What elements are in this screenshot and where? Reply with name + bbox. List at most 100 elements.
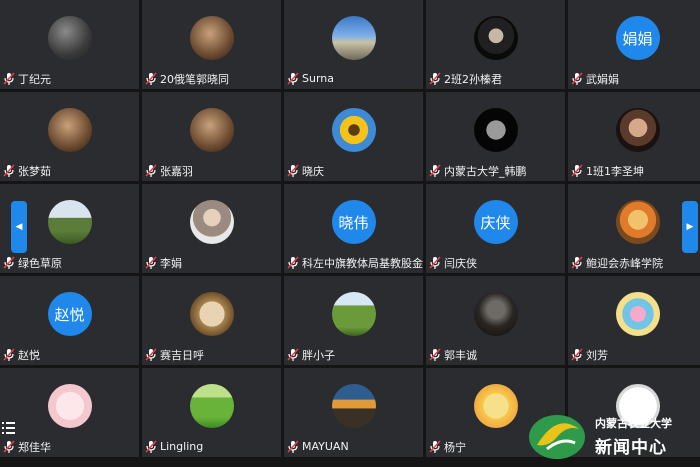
- avatar: [47, 384, 92, 428]
- mic-muted-icon: [286, 255, 300, 270]
- participant-label: Lingling: [144, 438, 203, 455]
- participant-tile[interactable]: 李娟: [142, 184, 281, 273]
- participant-tile[interactable]: 张梦茹: [0, 92, 139, 181]
- next-page-button[interactable]: ▶: [682, 201, 698, 253]
- avatar-initials: 庆侠: [480, 213, 511, 232]
- chevron-right-icon: ▶: [686, 222, 694, 232]
- participant-label: 武娟娟: [570, 70, 619, 87]
- participant-tile[interactable]: 娟娟武娟娟: [568, 0, 700, 89]
- participant-name: 闫庆侠: [444, 256, 477, 270]
- participant-name: 李娟: [160, 256, 182, 270]
- avatar: [615, 200, 660, 244]
- participant-name: 内蒙古大学_韩鹏: [444, 164, 527, 178]
- participant-label: 刘芳: [570, 346, 608, 363]
- mic-muted-icon: [428, 255, 442, 270]
- participant-label: 绿色草原: [2, 254, 62, 271]
- participant-tile[interactable]: 赵悦 赵悦: [0, 276, 139, 365]
- participant-tile[interactable]: MAYUAN: [284, 368, 423, 457]
- university-logo-icon: [529, 415, 585, 459]
- participant-tile[interactable]: 鲍迎会赤峰学院: [568, 184, 700, 273]
- participant-tile[interactable]: 20俄笔郭晓同: [142, 0, 281, 89]
- mic-muted-icon: [428, 439, 442, 454]
- avatar: 娟娟: [615, 16, 660, 60]
- participant-name: 张嘉羽: [160, 164, 193, 178]
- mic-muted-icon: [144, 255, 158, 270]
- participant-label: 2班2孙榛君: [428, 70, 502, 87]
- participant-name: 刘芳: [586, 348, 608, 362]
- avatar: [189, 200, 234, 244]
- participant-label: 张梦茹: [2, 162, 51, 179]
- prev-page-button[interactable]: ◀: [11, 201, 27, 253]
- avatar: [473, 292, 518, 336]
- participant-label: 杨宁: [428, 438, 466, 455]
- participant-tile[interactable]: 1班1李圣坤: [568, 92, 700, 181]
- participant-tile[interactable]: 张嘉羽: [142, 92, 281, 181]
- mic-muted-icon: [286, 163, 300, 178]
- mic-muted-icon: [570, 163, 584, 178]
- participant-tile[interactable]: 胖小子: [284, 276, 423, 365]
- participant-label: 李娟: [144, 254, 182, 271]
- participant-tile[interactable]: 刘芳: [568, 276, 700, 365]
- avatar-initials: 赵悦: [54, 305, 85, 324]
- participant-label: 郭丰诚: [428, 346, 477, 363]
- watermark-line1: 内蒙古农业大学: [595, 417, 672, 430]
- participant-label: 晓庆: [286, 162, 324, 179]
- participant-name: MAYUAN: [302, 440, 349, 453]
- avatar: [473, 384, 518, 428]
- avatar: [331, 16, 376, 60]
- participant-name: 丁纪元: [18, 72, 51, 86]
- participant-tile[interactable]: 郑佳华: [0, 368, 139, 457]
- avatar: 晓伟: [331, 200, 376, 244]
- participant-name: 鲍迎会赤峰学院: [586, 256, 663, 270]
- avatar: [189, 292, 234, 336]
- participant-name: 杨宁: [444, 440, 466, 454]
- mic-muted-icon: [286, 71, 300, 86]
- participant-label: 郑佳华: [2, 438, 51, 455]
- mic-muted-icon: [2, 347, 16, 362]
- participant-label: 胖小子: [286, 346, 335, 363]
- participant-tile[interactable]: 丁纪元: [0, 0, 139, 89]
- participant-tile[interactable]: Surna: [284, 0, 423, 89]
- participant-label: 科左中旗教体局基教股金晓伟: [286, 254, 423, 271]
- participant-tile[interactable]: 赛吉日呼: [142, 276, 281, 365]
- mic-muted-icon: [286, 439, 300, 454]
- participant-tile[interactable]: 2班2孙榛君: [426, 0, 565, 89]
- participant-tile[interactable]: Lingling: [142, 368, 281, 457]
- participant-label: 张嘉羽: [144, 162, 193, 179]
- mic-muted-icon: [570, 347, 584, 362]
- mic-muted-icon: [144, 163, 158, 178]
- participant-label: 1班1李圣坤: [570, 162, 644, 179]
- participant-label: 鲍迎会赤峰学院: [570, 254, 663, 271]
- news-center-watermark: 内蒙古农业大学 新闻中心: [527, 405, 700, 467]
- participant-name: 2班2孙榛君: [444, 72, 502, 86]
- participant-label: 内蒙古大学_韩鹏: [428, 162, 527, 179]
- mic-muted-icon: [2, 71, 16, 86]
- participant-tile[interactable]: 庆侠闫庆侠: [426, 184, 565, 273]
- participant-name: 郑佳华: [18, 440, 51, 454]
- participant-label: 赛吉日呼: [144, 346, 204, 363]
- participant-name: 郭丰诚: [444, 348, 477, 362]
- participant-name: 赛吉日呼: [160, 348, 204, 362]
- mic-muted-icon: [2, 255, 16, 270]
- participant-tile[interactable]: 郭丰诚: [426, 276, 565, 365]
- participant-tile[interactable]: 晓庆: [284, 92, 423, 181]
- avatar: [473, 16, 518, 60]
- mic-muted-icon: [2, 163, 16, 178]
- participant-name: 赵悦: [18, 348, 40, 362]
- participant-name: 绿色草原: [18, 256, 62, 270]
- mic-muted-icon: [570, 255, 584, 270]
- participant-label: 赵悦: [2, 346, 40, 363]
- avatar-initials: 晓伟: [338, 213, 369, 232]
- list-icon[interactable]: [2, 420, 16, 436]
- participant-name: 胖小子: [302, 348, 335, 362]
- participant-tile[interactable]: 晓伟科左中旗教体局基教股金晓伟: [284, 184, 423, 273]
- mic-muted-icon: [428, 163, 442, 178]
- avatar: [615, 108, 660, 152]
- mic-muted-icon: [428, 71, 442, 86]
- avatar: [189, 108, 234, 152]
- mic-muted-icon: [570, 71, 584, 86]
- mic-muted-icon: [286, 347, 300, 362]
- avatar: [331, 108, 376, 152]
- participant-tile[interactable]: 内蒙古大学_韩鹏: [426, 92, 565, 181]
- participant-name: 晓庆: [302, 164, 324, 178]
